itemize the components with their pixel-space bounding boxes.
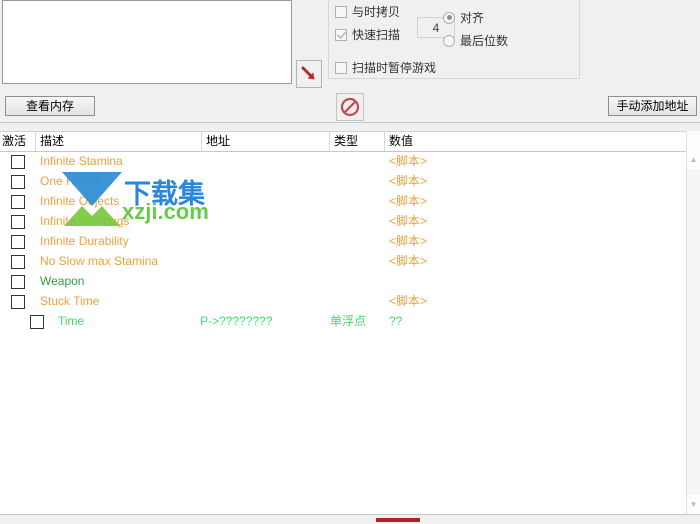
last-digits-radio-label: 最后位数: [460, 34, 509, 48]
table-row[interactable]: Time P->???????? 单浮点??: [0, 312, 686, 332]
align-radio-label: 对齐: [460, 11, 485, 25]
align-radio-option[interactable]: 对齐: [443, 9, 484, 26]
bottom-red-indicator: [376, 518, 420, 522]
copy-on-time-label: 与时拷贝: [352, 5, 401, 19]
row-value: <脚本>: [389, 234, 428, 248]
row-type: [330, 192, 386, 212]
row-description: Weapon: [40, 274, 85, 288]
view-memory-button[interactable]: 查看内存: [5, 96, 95, 116]
row-description: One Hit Kill: [40, 174, 101, 188]
red-down-right-arrow-icon: [301, 66, 315, 80]
row-activate-checkbox[interactable]: [11, 255, 25, 269]
column-header-active[interactable]: 激活: [0, 132, 36, 151]
last-digits-radio-option[interactable]: 最后位数: [443, 32, 508, 49]
row-activate-checkbox[interactable]: [30, 315, 44, 329]
table-vertical-scrollbar[interactable]: ▲ ▼: [686, 131, 700, 514]
row-type: [330, 272, 386, 292]
copy-on-time-checkbox[interactable]: [335, 5, 347, 18]
row-address: [200, 292, 330, 312]
row-value: <脚本>: [389, 214, 428, 228]
row-value: ??: [389, 314, 403, 328]
row-value: <脚本>: [389, 254, 428, 268]
stop-scan-button[interactable]: [336, 93, 364, 121]
row-activate-checkbox[interactable]: [11, 215, 25, 229]
row-type: [330, 152, 386, 172]
fast-scan-checkbox[interactable]: [335, 28, 347, 41]
row-address: [200, 212, 330, 232]
column-header-type[interactable]: 类型: [330, 132, 385, 151]
row-description: Stuck Time: [40, 294, 100, 308]
row-value: [389, 272, 509, 292]
row-value: <脚本>: [389, 294, 428, 308]
arrow-down-right-button[interactable]: [296, 60, 322, 88]
pause-game-checkbox[interactable]: [335, 61, 347, 74]
row-address: [200, 152, 330, 172]
row-description: No Slow max Stamina: [40, 254, 159, 268]
pause-game-option[interactable]: 扫描时暂停游戏: [335, 59, 436, 76]
row-address: P->????????: [200, 314, 273, 328]
table-row[interactable]: One Hit Kill <脚本>: [0, 172, 686, 192]
align-radio[interactable]: [443, 11, 455, 24]
row-type: 单浮点: [330, 314, 367, 328]
row-type: [330, 212, 386, 232]
row-description: Infinite Objects: [40, 194, 120, 208]
table-header-row: 激活 描述 地址 类型 数值: [0, 132, 700, 152]
table-row[interactable]: Weapon: [0, 272, 686, 292]
row-type: [330, 172, 386, 192]
row-value: <脚本>: [389, 154, 428, 168]
copy-on-time-option[interactable]: 与时拷贝: [335, 3, 400, 20]
add-address-manually-button[interactable]: 手动添加地址: [608, 96, 697, 116]
pause-game-label: 扫描时暂停游戏: [352, 61, 437, 75]
row-activate-checkbox[interactable]: [11, 195, 25, 209]
table-row[interactable]: Stuck Time <脚本>: [0, 292, 686, 312]
row-address: [200, 232, 330, 252]
table-row[interactable]: No Slow max Stamina <脚本>: [0, 252, 686, 272]
row-address: [200, 252, 330, 272]
scan-options-panel: 与时拷贝 快速扫描 4 对齐 最后位数 扫描时暂停游戏: [328, 0, 580, 79]
scrollbar-up-arrow-icon[interactable]: ▲: [687, 150, 700, 169]
row-type: [330, 252, 386, 272]
fast-scan-option[interactable]: 快速扫描: [335, 26, 400, 43]
scan-result-list[interactable]: [2, 0, 292, 84]
row-description: Infinite Stamina: [40, 154, 123, 168]
row-activate-checkbox[interactable]: [11, 175, 25, 189]
table-body: Infinite Stamina <脚本> One Hit Kill <脚本> Infi…: [0, 152, 700, 514]
scrollbar-track[interactable]: [687, 150, 700, 495]
fast-scan-label: 快速扫描: [352, 28, 401, 42]
row-activate-checkbox[interactable]: [11, 275, 25, 289]
row-description: Infinite Durability: [40, 234, 129, 248]
row-type: [330, 232, 386, 252]
column-header-value[interactable]: 数值: [385, 132, 700, 151]
table-row[interactable]: Infinite Objects <脚本>: [0, 192, 686, 212]
row-activate-checkbox[interactable]: [11, 235, 25, 249]
row-type: [330, 292, 386, 312]
row-activate-checkbox[interactable]: [11, 295, 25, 309]
row-address: [200, 172, 330, 192]
table-row[interactable]: Infinite Durability <脚本>: [0, 232, 686, 252]
row-address: [200, 272, 330, 292]
row-address: [200, 192, 330, 212]
row-value: <脚本>: [389, 174, 428, 188]
cheat-entry-table: 激活 描述 地址 类型 数值 Infinite Stamina <脚本> One H…: [0, 131, 700, 514]
divider: [0, 122, 700, 123]
row-value: <脚本>: [389, 194, 428, 208]
last-digits-radio[interactable]: [443, 34, 455, 47]
table-row[interactable]: Infinite Wirebugs <脚本>: [0, 212, 686, 232]
scrollbar-down-arrow-icon[interactable]: ▼: [687, 495, 700, 514]
row-description: Time: [58, 314, 85, 328]
column-header-description[interactable]: 描述: [36, 132, 202, 151]
top-panel: 与时拷贝 快速扫描 4 对齐 最后位数 扫描时暂停游戏: [0, 0, 700, 92]
row-activate-checkbox[interactable]: [11, 155, 25, 169]
table-row[interactable]: Infinite Stamina <脚本>: [0, 152, 686, 172]
row-description: Infinite Wirebugs: [40, 214, 130, 228]
no-entry-icon: [340, 97, 360, 117]
column-header-address[interactable]: 地址: [202, 132, 330, 151]
